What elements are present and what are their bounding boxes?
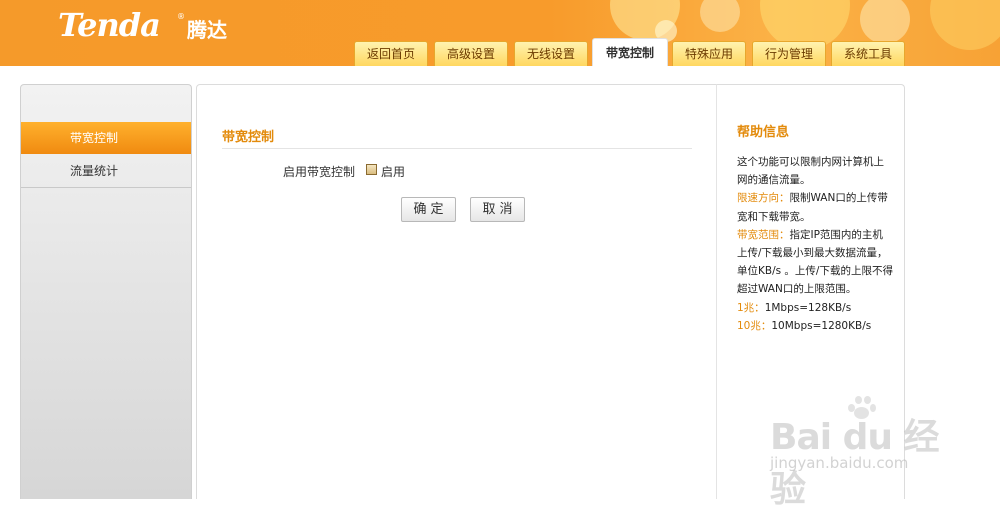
section-divider: [222, 148, 692, 149]
help-1m-text: 1Mbps=128KB/s: [764, 301, 852, 314]
help-intro: 这个功能可以限制内网计算机上网的通信流量。: [737, 156, 884, 187]
logo-registered-mark: ®: [177, 12, 185, 21]
decor-bubble: [930, 0, 1000, 50]
help-title: 帮助信息: [737, 125, 790, 140]
help-1m-label: 1兆：: [737, 301, 765, 314]
tab-behavior-mgmt[interactable]: 行为管理: [752, 41, 826, 66]
enable-bandwidth-label: 启用带宽控制: [283, 165, 356, 179]
help-body: 这个功能可以限制内网计算机上网的通信流量。 限速方向：限制WAN口的上传带宽和下…: [737, 153, 893, 335]
section-title: 带宽控制: [222, 130, 275, 145]
tab-special-apps[interactable]: 特殊应用: [672, 41, 746, 66]
help-range-label: 带宽范围：: [737, 228, 790, 241]
main-panel: 带宽控制 启用带宽控制 启用 确定 取消: [196, 84, 717, 499]
logo-cn: 腾达: [187, 18, 227, 42]
sidebar: 带宽控制 流量统计: [20, 84, 192, 499]
decor-bubble: [700, 0, 740, 32]
enable-bandwidth-checkbox[interactable]: [366, 164, 377, 175]
help-panel: 帮助信息 这个功能可以限制内网计算机上网的通信流量。 限速方向：限制WAN口的上…: [716, 84, 905, 499]
tab-wireless[interactable]: 无线设置: [514, 41, 588, 66]
sidebar-item-bandwidth[interactable]: 带宽控制: [21, 122, 191, 154]
logo-text: Tenda: [58, 6, 161, 44]
tab-home[interactable]: 返回首页: [354, 41, 428, 66]
tab-system-tools[interactable]: 系统工具: [831, 41, 905, 66]
help-10m-label: 10兆：: [737, 319, 772, 332]
confirm-button[interactable]: 确定: [401, 197, 456, 222]
tab-advanced[interactable]: 高级设置: [434, 41, 508, 66]
help-direction-label: 限速方向：: [737, 192, 790, 205]
decor-bubble: [860, 0, 910, 44]
tab-bandwidth[interactable]: 带宽控制: [592, 38, 668, 66]
sidebar-item-traffic-stats[interactable]: 流量统计: [21, 155, 191, 188]
enable-checkbox-label[interactable]: 启用: [381, 163, 405, 180]
cancel-button[interactable]: 取消: [470, 197, 525, 222]
help-10m-text: 10Mbps=1280KB/s: [771, 319, 872, 332]
header-banner: Tenda ® 腾达 返回首页 高级设置 无线设置 带宽控制 特殊应用 行为管理…: [0, 0, 1000, 66]
